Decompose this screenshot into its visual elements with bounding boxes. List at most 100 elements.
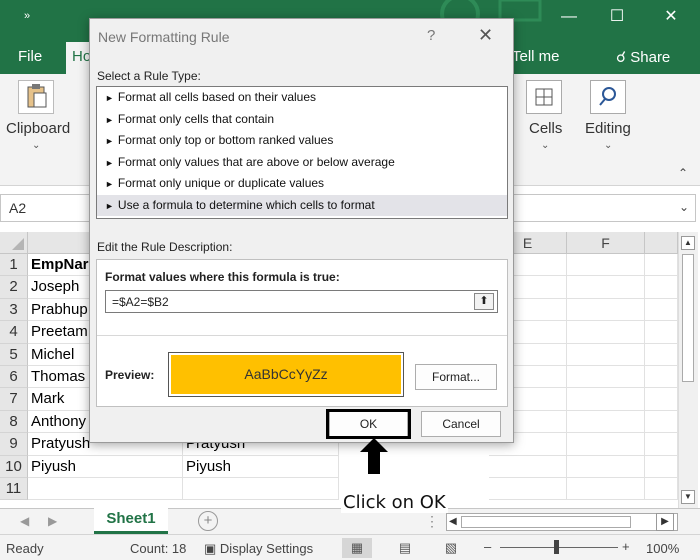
row-header[interactable]: 10 (0, 455, 28, 478)
cell-f5[interactable] (567, 343, 645, 366)
cell-f10[interactable] (567, 455, 645, 478)
cell-e10[interactable] (489, 455, 567, 478)
preview-sample: AaBbCcYyZz (171, 355, 401, 394)
window-close-button[interactable]: ✕ (658, 4, 684, 30)
cell-f6[interactable] (567, 366, 645, 389)
cell-g2[interactable] (645, 276, 678, 299)
cell-f1[interactable] (567, 254, 645, 277)
scroll-up-icon[interactable]: ▲ (681, 236, 695, 250)
cell-a10[interactable]: Piyush (28, 455, 183, 478)
cell-g4[interactable] (645, 321, 678, 344)
tab-splitter-icon[interactable]: ⋮ (425, 513, 439, 530)
cell-b10[interactable]: Piyush (183, 455, 339, 478)
formula-bar[interactable]: ⌄ (510, 194, 696, 222)
cell-f8[interactable] (567, 410, 645, 434)
preview-label: Preview: (105, 368, 155, 382)
h-scroll-thumb[interactable] (461, 516, 631, 528)
search-icon[interactable] (590, 80, 626, 114)
vertical-scrollbar[interactable]: ▲ ▼ (678, 232, 698, 508)
cell-g8[interactable] (645, 410, 678, 434)
page-break-view-icon[interactable]: ▧ (436, 538, 466, 558)
horizontal-scrollbar[interactable]: ◀ (446, 513, 678, 531)
cancel-button[interactable]: Cancel (421, 411, 501, 437)
clipboard-group-label[interactable]: Clipboard (6, 120, 70, 137)
scroll-thumb[interactable] (682, 254, 694, 382)
cell-g6[interactable] (645, 366, 678, 389)
add-sheet-button[interactable]: + (198, 511, 218, 531)
page-layout-view-icon[interactable]: ▤ (390, 538, 420, 558)
cell-f3[interactable] (567, 298, 645, 322)
name-box[interactable]: A2 (0, 194, 90, 222)
row-header[interactable]: 3 (0, 298, 28, 322)
paste-icon[interactable] (18, 80, 54, 114)
zoom-out-button[interactable]: – (484, 539, 491, 554)
dialog-close-button[interactable]: ✕ (478, 25, 493, 46)
row-header[interactable]: 8 (0, 410, 28, 434)
status-bar: Ready Count: 18 ▣ Display Settings ▦ ▤ ▧… (0, 534, 700, 560)
cell-g10[interactable] (645, 455, 678, 478)
display-settings-button[interactable]: ▣ Display Settings (204, 541, 313, 557)
row-header[interactable]: 6 (0, 366, 28, 389)
rule-type-item[interactable]: ► Use a formula to determine which cells … (97, 194, 507, 216)
row-header[interactable]: 9 (0, 433, 28, 456)
formula-input[interactable]: =$A2=$B2 ⬆ (105, 290, 498, 313)
zoom-in-button[interactable]: + (622, 539, 630, 554)
rule-type-list[interactable]: ► Format all cells based on their values … (96, 86, 508, 219)
quick-access-overflow-icon[interactable]: » (24, 10, 30, 22)
normal-view-icon[interactable]: ▦ (342, 538, 372, 558)
cell-f4[interactable] (567, 321, 645, 344)
rule-type-item[interactable]: ► Format only values that are above or be… (97, 152, 507, 174)
cell-g7[interactable] (645, 388, 678, 411)
cells-group-label[interactable]: Cells (529, 120, 562, 137)
cell-g9[interactable] (645, 433, 678, 456)
chevron-down-icon[interactable]: ⌄ (604, 140, 612, 151)
expand-formula-bar-icon[interactable]: ⌄ (679, 200, 689, 214)
row-header[interactable]: 5 (0, 343, 28, 366)
editing-group-label[interactable]: Editing (585, 120, 631, 137)
tab-file[interactable]: File (18, 48, 42, 65)
sheet-next-icon[interactable]: ▶ (48, 514, 57, 528)
cell-f9[interactable] (567, 433, 645, 456)
share-button[interactable]: ☌ Share (616, 48, 670, 66)
sheet-tab-sheet1[interactable]: Sheet1 (94, 508, 168, 534)
rule-type-item[interactable]: ► Format only unique or duplicate values (97, 173, 507, 195)
cell-f7[interactable] (567, 388, 645, 411)
chevron-down-icon[interactable]: ⌄ (32, 140, 40, 151)
row-header[interactable]: 7 (0, 388, 28, 411)
cell-a11[interactable] (28, 478, 183, 501)
format-button[interactable]: Format... (415, 364, 497, 390)
chevron-down-icon[interactable]: ⌄ (541, 140, 549, 151)
zoom-slider-handle[interactable] (554, 540, 559, 554)
cell-e11[interactable] (489, 478, 567, 501)
scroll-left-icon[interactable]: ◀ (449, 514, 457, 530)
cell-f11[interactable] (567, 478, 645, 501)
column-header-f[interactable]: F (567, 232, 645, 254)
row-header[interactable]: 2 (0, 276, 28, 299)
cell-b11[interactable] (183, 478, 339, 501)
cell-f2[interactable] (567, 276, 645, 299)
rule-type-item[interactable]: ► Format all cells based on their values (97, 87, 507, 109)
cell-g11[interactable] (645, 478, 678, 501)
row-header[interactable]: 1 (0, 254, 28, 277)
cell-g5[interactable] (645, 343, 678, 366)
row-header[interactable]: 4 (0, 321, 28, 344)
scroll-right-icon[interactable]: ▶ (656, 513, 674, 531)
rule-type-item[interactable]: ► Format only cells that contain (97, 109, 507, 131)
help-button[interactable]: ? (427, 27, 435, 44)
cell-g1[interactable] (645, 254, 678, 277)
tell-me-button[interactable]: ○ Tell me (500, 47, 560, 65)
collapse-ribbon-icon[interactable]: ⌃ (678, 166, 688, 180)
rule-type-item[interactable]: ► Format only top or bottom ranked values (97, 130, 507, 152)
sheet-prev-icon[interactable]: ◀ (20, 514, 29, 528)
minimize-button[interactable]: — (556, 4, 582, 30)
select-all-corner[interactable] (0, 232, 28, 254)
zoom-slider[interactable] (500, 547, 618, 548)
cells-icon[interactable] (526, 80, 562, 114)
column-header-g[interactable] (645, 232, 678, 254)
row-header[interactable]: 11 (0, 478, 28, 501)
restore-button[interactable]: ☐ (604, 4, 630, 30)
scroll-down-icon[interactable]: ▼ (681, 490, 695, 504)
zoom-level[interactable]: 100% (646, 541, 679, 556)
cell-g3[interactable] (645, 298, 678, 322)
collapse-dialog-button[interactable]: ⬆ (474, 293, 494, 310)
